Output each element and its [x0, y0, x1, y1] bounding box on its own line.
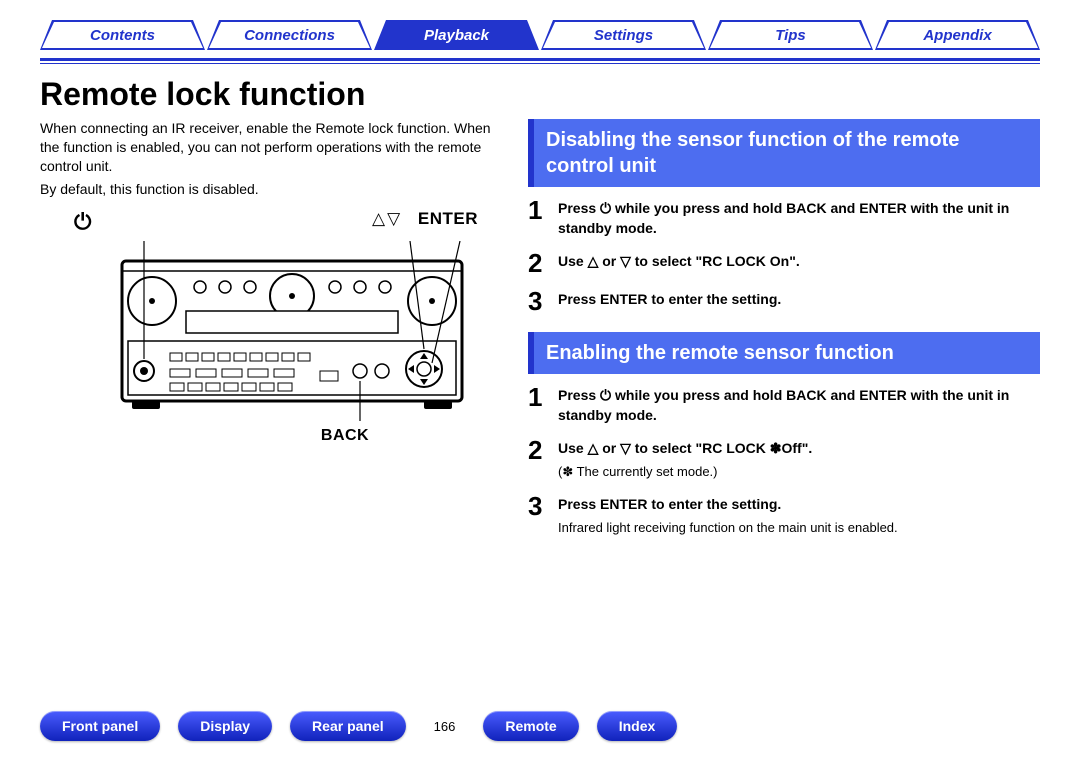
tab-contents[interactable]: Contents	[40, 20, 205, 50]
remote-button[interactable]: Remote	[483, 711, 578, 741]
section-heading-disable: Disabling the sensor function of the rem…	[528, 119, 1040, 187]
enter-label: ENTER	[418, 209, 478, 228]
step-text: Use △ or ▽ to select "RC LOCK On".	[558, 252, 800, 272]
step-row: 3 Press ENTER to enter the setting. Infr…	[528, 493, 1040, 537]
step-row: 2 Use △ or ▽ to select "RC LOCK ✽Off". (…	[528, 437, 1040, 481]
step-number: 2	[528, 250, 548, 276]
index-button[interactable]: Index	[597, 711, 678, 741]
tab-label: Connections	[207, 20, 372, 50]
step-row: 1 Press ⏻ while you press and hold BACK …	[528, 384, 1040, 425]
tab-tips[interactable]: Tips	[708, 20, 873, 50]
device-diagram: ⏻ △▽ ENTER	[40, 209, 500, 445]
intro-paragraph-1: When connecting an IR receiver, enable t…	[40, 119, 500, 176]
tab-label: Settings	[541, 20, 706, 50]
step-number: 2	[528, 437, 548, 481]
step-row: 3 Press ENTER to enter the setting.	[528, 288, 1040, 314]
step-row: 2 Use △ or ▽ to select "RC LOCK On".	[528, 250, 1040, 276]
step-text: Use △ or ▽ to select "RC LOCK ✽Off".	[558, 439, 812, 459]
step-text: Press ⏻ while you press and hold BACK an…	[558, 386, 1040, 425]
page-title: Remote lock function	[40, 76, 1040, 113]
tab-label: Tips	[708, 20, 873, 50]
top-nav: Contents Connections Playback Settings T…	[0, 0, 1080, 58]
section-heading-enable: Enabling the remote sensor function	[528, 332, 1040, 374]
front-panel-button[interactable]: Front panel	[40, 711, 160, 741]
step-text: Press ⏻ while you press and hold BACK an…	[558, 199, 1040, 238]
tab-label: Appendix	[875, 20, 1040, 50]
rear-panel-button[interactable]: Rear panel	[290, 711, 406, 741]
step-number: 3	[528, 288, 548, 314]
step-text: Press ENTER to enter the setting.	[558, 495, 898, 515]
nav-divider-thin	[40, 63, 1040, 64]
receiver-illustration	[40, 241, 500, 421]
intro-paragraph-2: By default, this function is disabled.	[40, 180, 500, 199]
display-button[interactable]: Display	[178, 711, 272, 741]
back-label: BACK	[40, 427, 500, 445]
footer-nav: Front panel Display Rear panel 166 Remot…	[40, 711, 1040, 741]
nav-divider	[40, 58, 1040, 61]
step-row: 1 Press ⏻ while you press and hold BACK …	[528, 197, 1040, 238]
power-icon: ⏻	[40, 209, 92, 235]
tab-appendix[interactable]: Appendix	[875, 20, 1040, 50]
step-number: 1	[528, 384, 548, 425]
step-number: 3	[528, 493, 548, 537]
tab-settings[interactable]: Settings	[541, 20, 706, 50]
tab-label: Playback	[374, 20, 539, 50]
page-number: 166	[424, 719, 466, 734]
tab-label: Contents	[40, 20, 205, 50]
step-subtext: Infrared light receiving function on the…	[558, 519, 898, 537]
arrow-icons: △▽	[372, 209, 402, 228]
step-text: Press ENTER to enter the setting.	[558, 290, 781, 310]
step-subtext: (✽ The currently set mode.)	[558, 463, 812, 481]
step-number: 1	[528, 197, 548, 238]
tab-connections[interactable]: Connections	[207, 20, 372, 50]
tab-playback[interactable]: Playback	[374, 20, 539, 50]
